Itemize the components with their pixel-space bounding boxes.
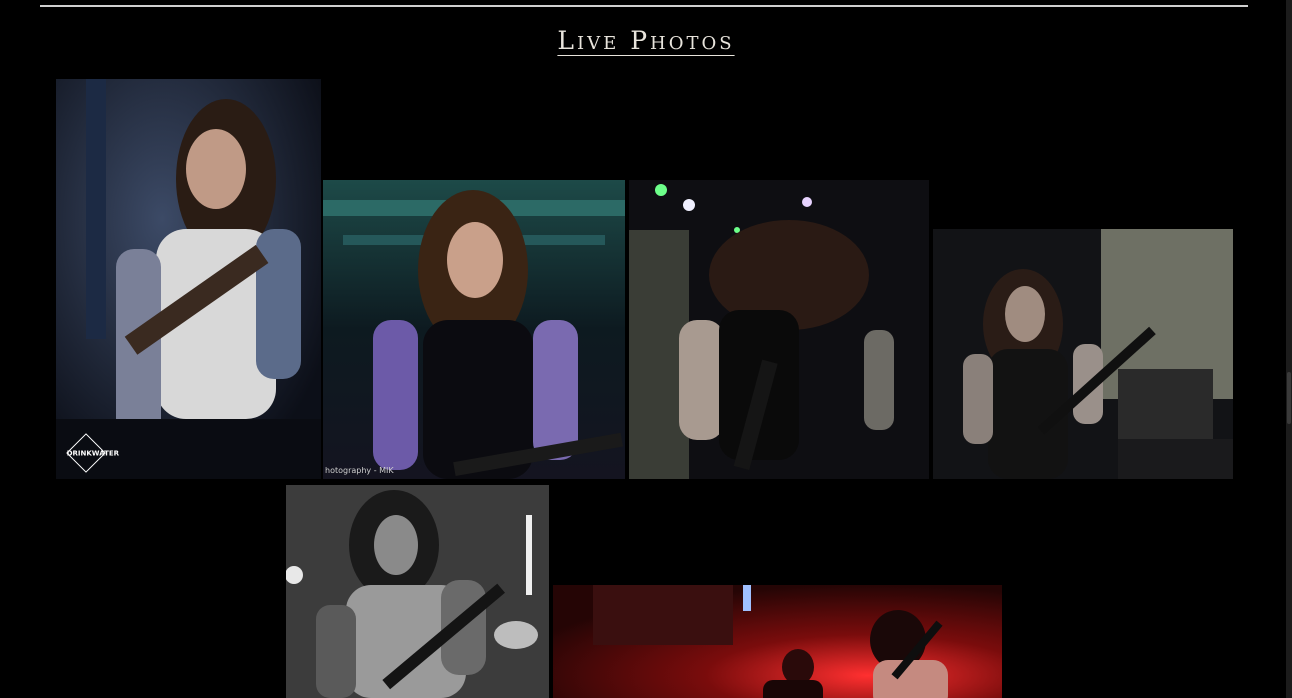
section-title[interactable]: Live Photos (557, 26, 734, 55)
scrollbar-thumb[interactable] (1287, 372, 1291, 424)
photo-6-image (553, 585, 1002, 698)
photo-3-image (629, 180, 929, 479)
photo-4-image (933, 229, 1233, 479)
gallery-photo-1[interactable]: DRINKWATER (56, 79, 321, 479)
photo-1-image (56, 79, 321, 479)
gallery-photo-4[interactable] (933, 229, 1233, 479)
gallery-photo-6[interactable] (553, 585, 1002, 698)
top-divider (40, 5, 1248, 7)
gallery-photo-5[interactable] (286, 485, 549, 698)
scrollbar[interactable] (1286, 0, 1292, 698)
section-header: Live Photos (0, 26, 1292, 55)
gallery-photo-3[interactable] (629, 180, 929, 479)
photo-2-image (323, 180, 625, 479)
photo-credit: hotography - MIK (325, 466, 394, 475)
photo-5-image (286, 485, 549, 698)
gallery-photo-2[interactable]: hotography - MIK (323, 180, 625, 479)
